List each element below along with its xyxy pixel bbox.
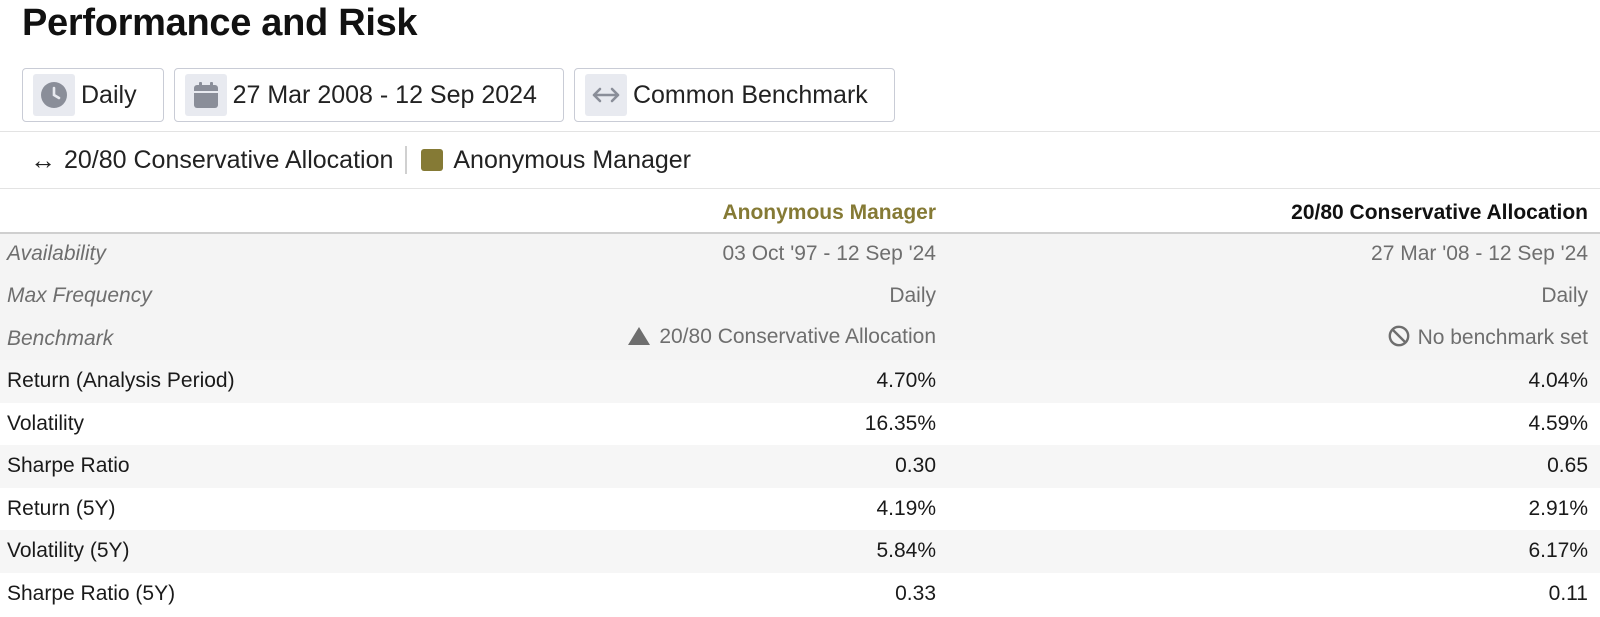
cell-value: 0.11	[1548, 581, 1588, 605]
benchmark-label: Common Benchmark	[632, 80, 868, 109]
row-label: Volatility	[7, 411, 85, 435]
cell-value: 20/80 Conservative Allocation	[600, 317, 936, 360]
manager-color-swatch	[421, 149, 444, 171]
cell-value: 0.33	[895, 581, 936, 605]
cell-value: 0.30	[600, 445, 936, 488]
cell-value: Daily	[600, 275, 936, 318]
table-row-benchmark: Benchmark 20/80 Conservative Allocation …	[0, 317, 1600, 360]
table-row-availability: Availability 03 Oct '97 - 12 Sep '24 27 …	[0, 232, 1600, 275]
legend-manager-name[interactable]: Anonymous Manager	[453, 146, 691, 175]
column-header-benchmark[interactable]: 20/80 Conservative Allocation	[936, 190, 1600, 234]
row-label: Sharpe Ratio (5Y)	[7, 581, 176, 605]
date-range-button[interactable]: 27 Mar 2008 - 12 Sep 2024	[173, 68, 564, 122]
table-row: Volatility 16.35% 4.59%	[0, 403, 1600, 446]
frequency-button[interactable]: Daily	[22, 68, 164, 122]
table-row: Return (Analysis Period) 4.70% 4.04%	[0, 360, 1600, 403]
column-header-metric	[0, 190, 600, 234]
calendar-icon	[184, 74, 227, 116]
cell-value: 4.70%	[600, 360, 936, 403]
table-row-max-frequency: Max Frequency Daily Daily	[0, 275, 1600, 318]
legend: ↔ 20/80 Conservative Allocation Anonymou…	[30, 142, 691, 178]
legend-benchmark-name[interactable]: 20/80 Conservative Allocation	[64, 146, 393, 175]
cell-value: 27 Mar '08 - 12 Sep '24	[936, 232, 1600, 275]
cell-value: 4.04%	[936, 360, 1600, 403]
cell-value: 4.59%	[1528, 411, 1588, 435]
toolbar: Daily 27 Mar 2008 - 12 Sep 2024 Common B…	[22, 68, 895, 122]
divider	[0, 131, 1600, 132]
cell-value: 2.91%	[1528, 496, 1588, 520]
page-title: Performance and Risk	[22, 2, 418, 44]
cell-value: 03 Oct '97 - 12 Sep '24	[600, 232, 936, 275]
column-header-manager[interactable]: Anonymous Manager	[600, 190, 936, 234]
row-label: Max Frequency	[0, 275, 600, 318]
benchmark-value[interactable]: 20/80 Conservative Allocation	[659, 325, 936, 348]
table-row: Sharpe Ratio 0.30 0.65	[0, 445, 1600, 488]
table-row: Return (5Y) 4.19% 2.91%	[0, 488, 1600, 531]
date-range-label: 27 Mar 2008 - 12 Sep 2024	[232, 80, 537, 109]
double-arrow-icon	[584, 74, 627, 116]
table-row: Volatility (5Y) 5.84% 6.17%	[0, 530, 1600, 573]
benchmark-value: No benchmark set	[1417, 325, 1588, 349]
clock-icon	[33, 74, 75, 116]
cell-value: Daily	[936, 275, 1600, 318]
table-row: Sharpe Ratio (5Y) 0.33 0.11	[0, 573, 1600, 616]
performance-table: Anonymous Manager 20/80 Conservative All…	[0, 190, 1600, 615]
cell-value: No benchmark set	[936, 317, 1600, 360]
cell-value: 5.84%	[600, 530, 936, 573]
row-label: Sharpe Ratio	[0, 445, 600, 488]
row-label: Benchmark	[0, 317, 600, 360]
legend-separator	[405, 146, 408, 174]
divider	[0, 188, 1600, 189]
row-label: Return (Analysis Period)	[0, 360, 600, 403]
row-label: Volatility (5Y)	[0, 530, 600, 573]
no-entry-icon	[1388, 325, 1410, 353]
benchmark-button[interactable]: Common Benchmark	[573, 68, 895, 122]
row-label: Availability	[0, 232, 600, 275]
cell-value: 0.65	[936, 445, 1600, 488]
triangle-icon	[627, 326, 651, 352]
double-arrow-icon: ↔	[30, 144, 56, 175]
cell-value: 16.35%	[864, 411, 936, 435]
frequency-label: Daily	[81, 80, 137, 109]
cell-value: 6.17%	[936, 530, 1600, 573]
cell-value: 4.19%	[876, 496, 936, 520]
row-label: Return (5Y)	[7, 496, 116, 520]
table-header-row: Anonymous Manager 20/80 Conservative All…	[0, 190, 1600, 234]
